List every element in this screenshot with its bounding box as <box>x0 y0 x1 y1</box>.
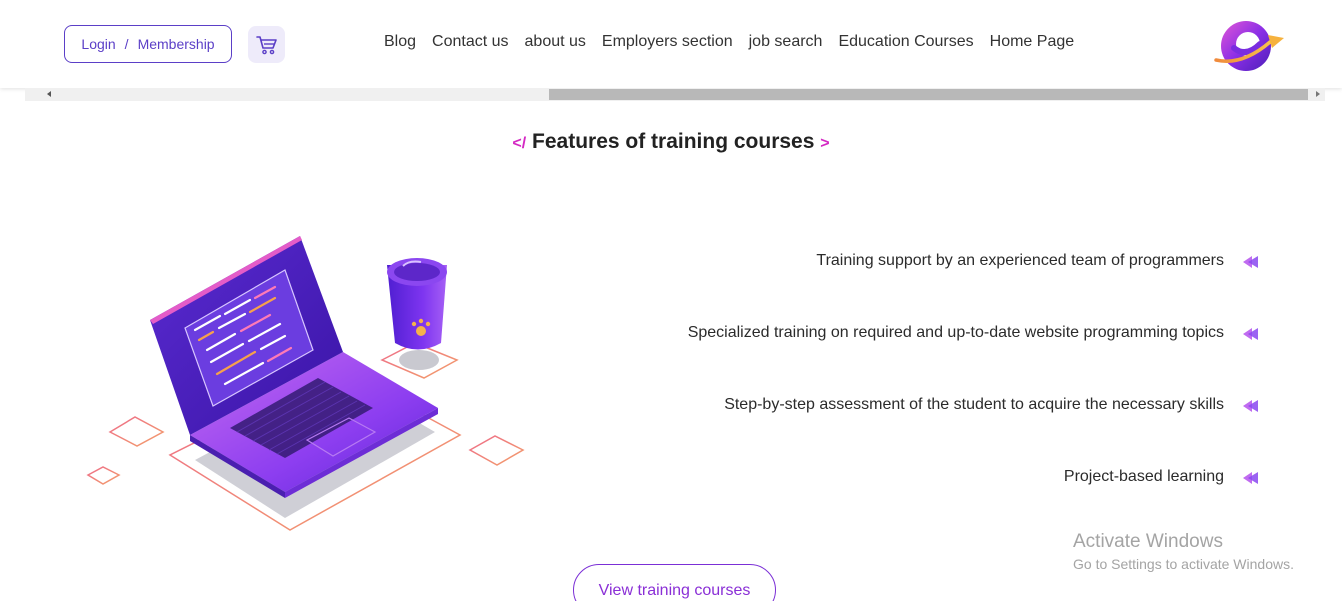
pointer-arrow-icon <box>1243 472 1258 484</box>
laptop-cup-illustration <box>86 236 525 531</box>
nav-home-page[interactable]: Home Page <box>990 33 1075 51</box>
view-courses-label[interactable]: View training courses <box>599 582 751 600</box>
pointer-arrow-icon <box>1243 400 1258 412</box>
nav-education-courses[interactable]: Education Courses <box>838 33 973 51</box>
feature-item: Training support by an experienced team … <box>639 250 1259 322</box>
cart-button[interactable] <box>248 26 285 63</box>
view-training-courses-button[interactable]: View training courses <box>573 564 776 601</box>
title-tag-open: </ <box>512 135 527 152</box>
scrollbar-thumb[interactable] <box>549 89 1308 100</box>
feature-item: Specialized training on required and up-… <box>639 322 1259 394</box>
login-separator: / <box>124 36 129 52</box>
main-navigation: Blog Contact us about us Employers secti… <box>384 33 1074 51</box>
brand-logo[interactable] <box>1212 14 1288 74</box>
scroll-right-arrow-icon[interactable] <box>1316 91 1320 97</box>
membership-label[interactable]: Membership <box>138 36 215 52</box>
watermark-title: Activate Windows <box>1073 531 1223 552</box>
feature-text: Specialized training on required and up-… <box>687 324 1224 341</box>
nav-job-search[interactable]: job search <box>749 33 823 51</box>
title-text: Features of training courses <box>532 130 815 153</box>
title-tag-close: > <box>820 135 830 152</box>
nav-blog[interactable]: Blog <box>384 33 416 51</box>
horizontal-scrollbar[interactable] <box>25 88 1325 101</box>
login-membership-button[interactable]: Login / Membership <box>64 25 232 63</box>
activate-windows-watermark: Activate Windows Go to Settings to activ… <box>1073 531 1294 574</box>
feature-text: Step-by-step assessment of the student t… <box>724 396 1224 413</box>
features-list: Training support by an experienced team … <box>639 250 1259 538</box>
feature-text: Training support by an experienced team … <box>816 252 1224 269</box>
login-label[interactable]: Login <box>81 36 115 52</box>
nav-employers-section[interactable]: Employers section <box>602 33 733 51</box>
watermark-subtitle: Go to Settings to activate Windows. <box>1073 556 1294 572</box>
scroll-left-arrow-icon[interactable] <box>47 91 51 97</box>
pointer-arrow-icon <box>1243 256 1258 268</box>
section-title: </ Features of training courses > <box>0 130 1342 154</box>
feature-item: Project-based learning <box>639 466 1259 538</box>
nav-contact-us[interactable]: Contact us <box>432 33 508 51</box>
feature-item: Step-by-step assessment of the student t… <box>639 394 1259 466</box>
feature-text: Project-based learning <box>1063 468 1224 485</box>
nav-about-us[interactable]: about us <box>525 33 586 51</box>
shopping-cart-icon <box>255 35 277 54</box>
site-header: Login / Membership Blog Contact us about… <box>0 0 1342 88</box>
pointer-arrow-icon <box>1243 328 1258 340</box>
